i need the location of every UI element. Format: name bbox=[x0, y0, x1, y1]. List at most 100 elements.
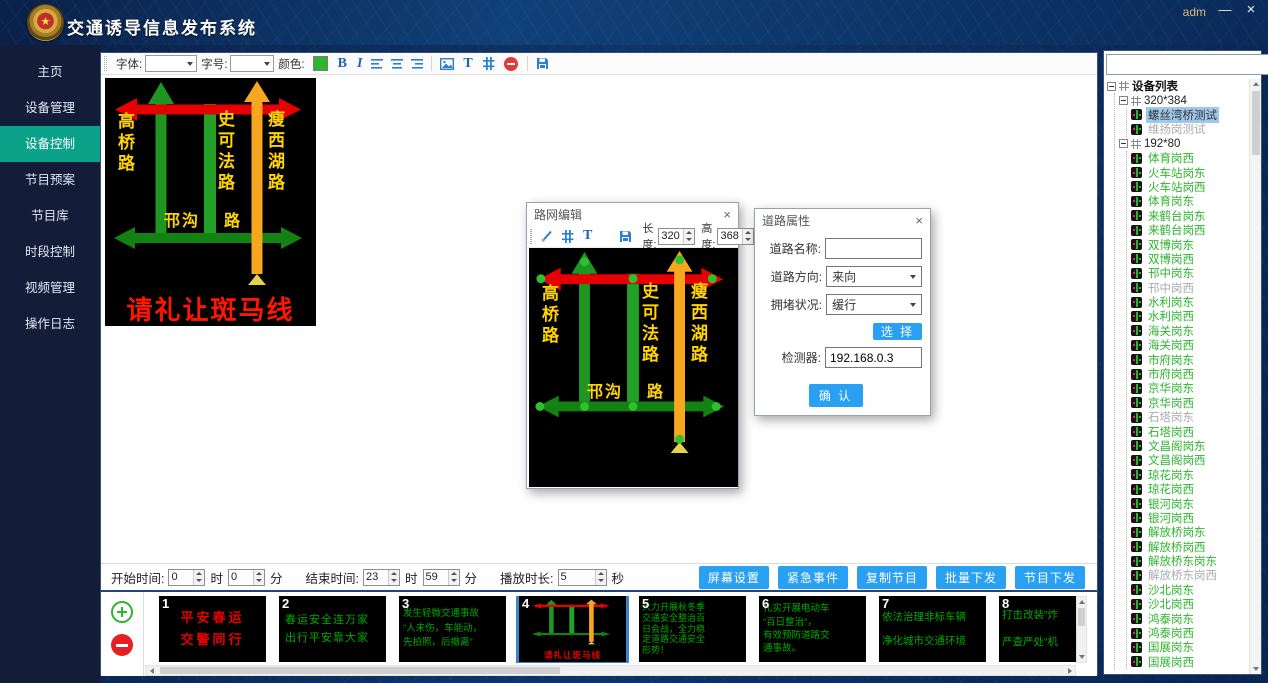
tree-device[interactable]: 市府岗东 bbox=[1131, 352, 1248, 366]
playlist-vertical-scrollbar[interactable] bbox=[1076, 596, 1087, 663]
end-minute-stepper[interactable] bbox=[423, 569, 460, 586]
height-input[interactable] bbox=[718, 229, 742, 244]
decrement-button[interactable] bbox=[596, 577, 606, 585]
road-editor-canvas[interactable]: 高桥路 史可法路 瘦西湖路 邗沟 路 bbox=[529, 248, 738, 487]
road-label-left[interactable]: 高桥路 bbox=[540, 284, 557, 347]
playlist-item-5[interactable]: 5 大力开展秋冬季交通安全整治百日会战，全力稳定道路交通安全形势！ bbox=[639, 596, 746, 662]
start-hour-stepper[interactable] bbox=[168, 569, 205, 586]
bold-button[interactable]: B bbox=[338, 57, 347, 71]
tree-device[interactable]: 琼花岗西 bbox=[1131, 482, 1248, 496]
color-swatch[interactable] bbox=[313, 56, 328, 71]
save-icon[interactable] bbox=[536, 57, 549, 70]
scroll-up-icon[interactable] bbox=[1251, 79, 1260, 89]
tree-device[interactable]: 体育岗东 bbox=[1131, 194, 1248, 208]
detector-input[interactable] bbox=[825, 347, 922, 368]
tree-device[interactable]: 国展岗东 bbox=[1131, 640, 1248, 654]
emergency-event-button[interactable]: 紧急事件 bbox=[778, 566, 848, 589]
playlist-item-7[interactable]: 7 依法治理非标车辆净化城市交通环境 bbox=[879, 596, 986, 662]
program-send-button[interactable]: 节目下发 bbox=[1015, 566, 1085, 589]
text-tool-button[interactable]: T bbox=[583, 229, 592, 243]
playlist-horizontal-scrollbar[interactable] bbox=[145, 665, 1076, 676]
scroll-left-icon[interactable] bbox=[146, 666, 157, 675]
playlist-item-1[interactable]: 1 平安春运交警同行 bbox=[159, 596, 266, 662]
sidebar-item-time-control[interactable]: 时段控制 bbox=[0, 234, 100, 270]
tree-device[interactable]: 双博岗东 bbox=[1131, 237, 1248, 251]
playlist-item-6[interactable]: 6 扎实开展电动车“百日整治”，有效预防道路交通事故。 bbox=[759, 596, 866, 662]
end-minute-input[interactable] bbox=[424, 570, 448, 585]
tree-device[interactable]: 邗中岗东 bbox=[1131, 266, 1248, 280]
sidebar-item-device-manage[interactable]: 设备管理 bbox=[0, 90, 100, 126]
tree-device[interactable]: 解放桥东岗西 bbox=[1131, 568, 1248, 582]
road-segment-middle[interactable] bbox=[627, 274, 639, 409]
decrement-button[interactable] bbox=[684, 236, 694, 244]
tree-group-192x80[interactable]: 192*80 bbox=[1119, 137, 1248, 151]
tree-device[interactable]: 双博岗西 bbox=[1131, 252, 1248, 266]
increment-button[interactable] bbox=[389, 570, 399, 578]
increment-button[interactable] bbox=[684, 229, 694, 237]
sidebar-item-video-manage[interactable]: 视频管理 bbox=[0, 270, 100, 306]
end-hour-input[interactable] bbox=[364, 570, 388, 585]
tree-device[interactable]: 来鹤台岗东 bbox=[1131, 209, 1248, 223]
increment-button[interactable] bbox=[743, 229, 753, 237]
tree-device[interactable]: 海关岗东 bbox=[1131, 324, 1248, 338]
height-stepper[interactable] bbox=[717, 228, 754, 245]
tree-device[interactable]: 鸿泰岗西 bbox=[1131, 626, 1248, 640]
decrement-button[interactable] bbox=[254, 577, 264, 585]
collapse-icon[interactable] bbox=[1107, 82, 1116, 91]
align-center-icon[interactable] bbox=[391, 58, 403, 69]
tree-root[interactable]: 设备列表 bbox=[1107, 79, 1248, 93]
decrement-button[interactable] bbox=[389, 577, 399, 585]
tree-device[interactable]: 市府岗西 bbox=[1131, 367, 1248, 381]
sidebar-item-program-library[interactable]: 节目库 bbox=[0, 198, 100, 234]
tree-device-selected[interactable]: 螺丝湾桥测试 bbox=[1131, 108, 1248, 122]
tree-device[interactable]: 沙北岗东 bbox=[1131, 583, 1248, 597]
save-icon[interactable] bbox=[619, 230, 632, 243]
tree-device[interactable]: 沙北岗西 bbox=[1131, 597, 1248, 611]
tree-device[interactable]: 文昌阁岗东 bbox=[1131, 439, 1248, 453]
road-label-middle[interactable]: 史可法路 bbox=[640, 282, 657, 366]
align-left-icon[interactable] bbox=[371, 58, 383, 69]
italic-button[interactable]: I bbox=[357, 57, 362, 71]
select-detector-button[interactable]: 选 择 bbox=[873, 323, 922, 340]
tree-device[interactable]: 水利岗西 bbox=[1131, 309, 1248, 323]
sidebar-item-program-plan[interactable]: 节目预案 bbox=[0, 162, 100, 198]
tree-device[interactable]: 解放桥东岗东 bbox=[1131, 554, 1248, 568]
road-label-bottom[interactable]: 邗沟 bbox=[587, 385, 623, 401]
increment-button[interactable] bbox=[449, 570, 459, 578]
road-tool-icon[interactable] bbox=[482, 57, 495, 70]
batch-send-button[interactable]: 批量下发 bbox=[936, 566, 1006, 589]
close-icon[interactable]: × bbox=[723, 208, 731, 221]
tree-device[interactable]: 来鹤台岗西 bbox=[1131, 223, 1248, 237]
confirm-button[interactable]: 确 认 bbox=[809, 384, 863, 407]
start-hour-input[interactable] bbox=[169, 570, 193, 585]
road-tool-icon[interactable] bbox=[561, 230, 574, 243]
scrollbar-thumb[interactable] bbox=[1078, 608, 1085, 626]
playlist-item-4-selected[interactable]: 4 请礼让斑马线 bbox=[519, 596, 626, 662]
copy-program-button[interactable]: 复制节目 bbox=[857, 566, 927, 589]
line-tool-icon[interactable] bbox=[541, 230, 553, 242]
start-minute-stepper[interactable] bbox=[228, 569, 265, 586]
tree-device[interactable]: 维扬岗测试 bbox=[1131, 122, 1248, 136]
road-direction-select[interactable]: 来向 bbox=[826, 266, 922, 287]
yield-triangle[interactable] bbox=[671, 442, 689, 453]
tree-device[interactable]: 火车站岗西 bbox=[1131, 180, 1248, 194]
increment-button[interactable] bbox=[596, 570, 606, 578]
increment-button[interactable] bbox=[254, 570, 264, 578]
scrollbar-thumb[interactable] bbox=[160, 667, 560, 674]
scroll-up-icon[interactable] bbox=[1077, 597, 1086, 607]
tree-device[interactable]: 解放桥岗东 bbox=[1131, 525, 1248, 539]
scroll-right-icon[interactable] bbox=[1064, 666, 1075, 675]
tree-device[interactable]: 国展岗西 bbox=[1131, 655, 1248, 669]
road-label-bottom-2[interactable]: 路 bbox=[647, 385, 665, 401]
close-icon[interactable]: × bbox=[915, 214, 923, 227]
tree-device[interactable]: 水利岗东 bbox=[1131, 295, 1248, 309]
tree-device[interactable]: 京华岗西 bbox=[1131, 396, 1248, 410]
scroll-down-icon[interactable] bbox=[1251, 664, 1260, 674]
tree-device[interactable]: 石塔岗东 bbox=[1131, 410, 1248, 424]
collapse-icon[interactable] bbox=[1119, 96, 1128, 105]
minimize-button[interactable]: — bbox=[1216, 2, 1234, 17]
tree-scrollbar[interactable] bbox=[1249, 79, 1261, 674]
tree-device[interactable]: 石塔岗西 bbox=[1131, 424, 1248, 438]
length-stepper[interactable] bbox=[658, 228, 695, 245]
scrollbar-thumb[interactable] bbox=[1252, 91, 1260, 155]
